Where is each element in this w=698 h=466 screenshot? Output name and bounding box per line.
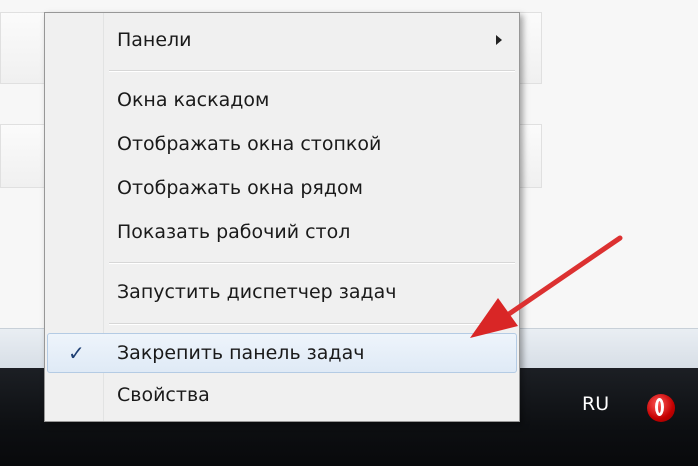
menu-separator [109,323,515,325]
menu-separator [109,70,515,72]
menu-item-stack-windows[interactable]: Отображать окна стопкой [47,125,517,163]
language-indicator[interactable]: RU [582,393,609,415]
menu-item-label: Закрепить панель задач [117,342,365,364]
menu-item-side-by-side-windows[interactable]: Отображать окна рядом [47,169,517,207]
checkmark-icon: ✓ [68,341,85,365]
menu-item-show-desktop[interactable]: Показать рабочий стол [47,213,517,251]
menu-item-label: Показать рабочий стол [117,221,351,243]
opera-icon[interactable] [647,394,675,422]
submenu-arrow-icon [496,35,502,45]
menu-item-label: Свойства [117,384,210,406]
menu-item-label: Панели [117,29,192,51]
menu-separator [109,262,515,264]
menu-item-panels[interactable]: Панели [47,21,517,59]
menu-item-label: Окна каскадом [117,89,270,111]
menu-item-label: Запустить диспетчер задач [117,281,397,303]
menu-item-lock-taskbar[interactable]: ✓ Закрепить панель задач [47,333,517,373]
menu-item-task-manager[interactable]: Запустить диспетчер задач [47,273,517,311]
menu-item-cascade-windows[interactable]: Окна каскадом [47,81,517,119]
taskbar-context-menu: Панели Окна каскадом Отображать окна сто… [44,12,520,422]
menu-item-label: Отображать окна стопкой [117,133,382,155]
menu-item-label: Отображать окна рядом [117,177,363,199]
menu-item-properties[interactable]: Свойства [47,376,517,414]
